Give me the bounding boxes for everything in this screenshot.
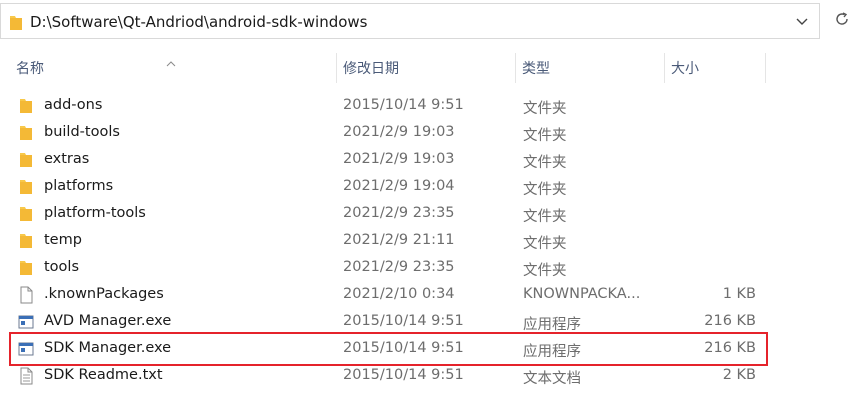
column-divider[interactable] [765, 53, 766, 83]
file-type: 应用程序 [523, 344, 581, 360]
file-row-knownpackages[interactable]: .knownPackages 2021/2/10 0:34 KNOWNPACKA… [0, 281, 862, 308]
file-name: add-ons [44, 97, 103, 113]
folder-icon [18, 205, 34, 223]
file-row-sdk-manager[interactable]: SDK Manager.exe 2015/10/14 9:51 应用程序 216… [0, 335, 862, 362]
file-icon [18, 286, 34, 304]
folder-icon [18, 97, 34, 115]
text-file-icon [18, 367, 34, 385]
file-name: .knownPackages [44, 286, 164, 302]
file-type: 文件夹 [523, 236, 567, 252]
refresh-icon [834, 11, 850, 31]
file-name: platforms [44, 178, 114, 194]
file-type: 文件夹 [523, 209, 567, 225]
file-size: 1 KB [722, 286, 756, 302]
exe-icon [18, 340, 34, 358]
column-type-label: 类型 [522, 61, 550, 77]
file-date: 2021/2/9 23:35 [343, 205, 455, 221]
column-header: 名称 修改日期 类型 大小 [0, 53, 862, 83]
file-name: AVD Manager.exe [44, 313, 172, 329]
address-path[interactable]: D:\Software\Qt-Andriod\android-sdk-windo… [30, 13, 367, 31]
folder-icon [18, 178, 34, 196]
column-size-label: 大小 [671, 61, 699, 77]
address-bar[interactable]: D:\Software\Qt-Andriod\android-sdk-windo… [0, 3, 820, 39]
column-name-label: 名称 [16, 61, 44, 77]
refresh-button[interactable] [822, 3, 862, 39]
file-name: platform-tools [44, 205, 146, 221]
file-row-tools[interactable]: tools 2021/2/9 23:35 文件夹 [0, 254, 862, 281]
file-row-platforms[interactable]: platforms 2021/2/9 19:04 文件夹 [0, 173, 862, 200]
file-name: tools [44, 259, 80, 275]
column-date-label: 修改日期 [343, 61, 399, 77]
column-type[interactable]: 类型 [516, 53, 664, 83]
file-date: 2021/2/9 19:03 [343, 124, 455, 140]
file-name: temp [44, 232, 82, 248]
file-type: 应用程序 [523, 317, 581, 333]
folder-icon [18, 151, 34, 169]
file-date: 2021/2/10 0:34 [343, 286, 455, 302]
file-date: 2021/2/9 19:03 [343, 151, 455, 167]
file-name: SDK Readme.txt [44, 367, 163, 383]
file-name: extras [44, 151, 90, 167]
file-size: 216 KB [704, 340, 756, 356]
file-date: 2015/10/14 9:51 [343, 367, 464, 383]
file-date: 2015/10/14 9:51 [343, 313, 464, 329]
exe-icon [18, 313, 34, 331]
file-date: 2015/10/14 9:51 [343, 97, 464, 113]
file-date: 2015/10/14 9:51 [343, 340, 464, 356]
file-list: add-ons 2015/10/14 9:51 文件夹 build-tools … [0, 92, 862, 389]
file-type: KNOWNPACKA... [523, 286, 641, 302]
file-row-avd-manager[interactable]: AVD Manager.exe 2015/10/14 9:51 应用程序 216… [0, 308, 862, 335]
file-type: 文本文档 [523, 371, 581, 387]
file-row-add-ons[interactable]: add-ons 2015/10/14 9:51 文件夹 [0, 92, 862, 119]
file-date: 2021/2/9 21:11 [343, 232, 455, 248]
folder-icon [18, 232, 34, 250]
file-name: build-tools [44, 124, 120, 140]
folder-icon [18, 124, 34, 142]
file-type: 文件夹 [523, 101, 567, 117]
file-name: SDK Manager.exe [44, 340, 172, 356]
file-size: 216 KB [704, 313, 756, 329]
file-row-build-tools[interactable]: build-tools 2021/2/9 19:03 文件夹 [0, 119, 862, 146]
folder-icon [18, 259, 34, 277]
column-date[interactable]: 修改日期 [337, 53, 515, 83]
file-type: 文件夹 [523, 263, 567, 279]
file-type: 文件夹 [523, 182, 567, 198]
file-row-temp[interactable]: temp 2021/2/9 21:11 文件夹 [0, 227, 862, 254]
file-type: 文件夹 [523, 155, 567, 171]
file-size: 2 KB [722, 367, 756, 383]
chevron-down-icon[interactable] [791, 13, 813, 31]
file-date: 2021/2/9 23:35 [343, 259, 455, 275]
sort-ascending-icon [166, 52, 176, 71]
file-date: 2021/2/9 19:04 [343, 178, 455, 194]
file-row-platform-tools[interactable]: platform-tools 2021/2/9 23:35 文件夹 [0, 200, 862, 227]
file-type: 文件夹 [523, 128, 567, 144]
column-size[interactable]: 大小 [665, 53, 765, 83]
file-row-sdk-readme[interactable]: SDK Readme.txt 2015/10/14 9:51 文本文档 2 KB [0, 362, 862, 389]
folder-icon [9, 15, 23, 35]
file-row-extras[interactable]: extras 2021/2/9 19:03 文件夹 [0, 146, 862, 173]
